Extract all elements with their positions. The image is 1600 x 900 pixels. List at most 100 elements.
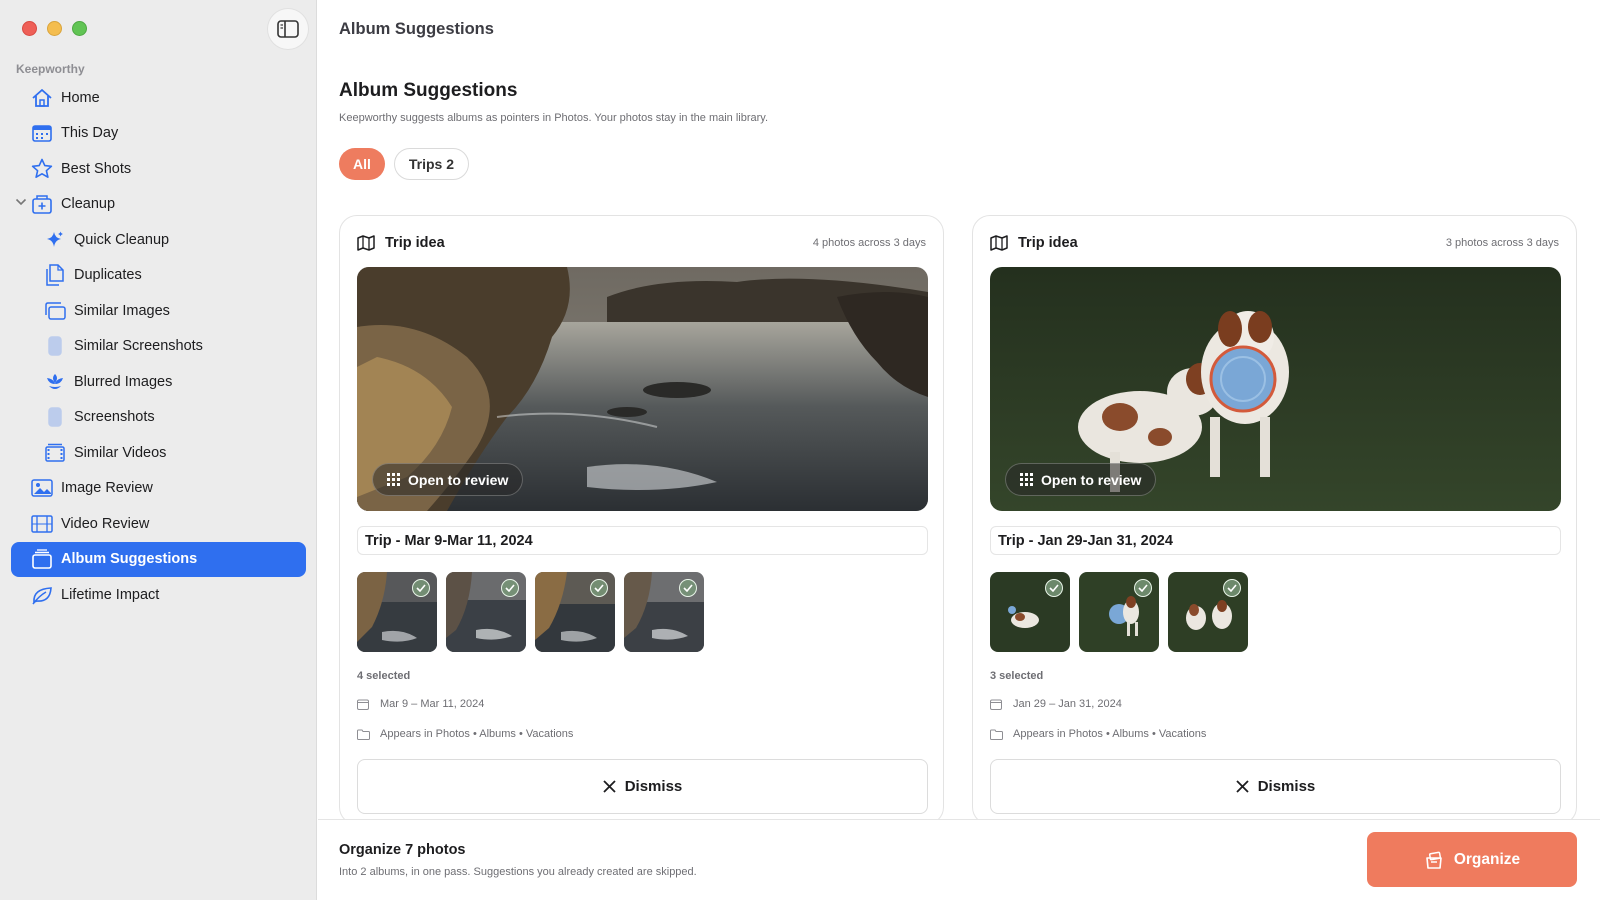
- sparkle-icon: [44, 229, 66, 251]
- filter-chips: All Trips 2: [339, 148, 470, 180]
- filter-chip-all[interactable]: All: [339, 148, 385, 180]
- sidebar-item-album-suggestions[interactable]: Album Suggestions: [11, 541, 306, 577]
- sidebar-item-screenshots[interactable]: Screenshots: [11, 400, 306, 436]
- selected-count: 3 selected: [990, 670, 1044, 682]
- main-content: Album Suggestions Album Suggestions Keep…: [318, 0, 1600, 900]
- organize-icon: [1426, 851, 1442, 869]
- sidebar-item-home[interactable]: Home: [11, 80, 306, 116]
- sidebar-item-label: Image Review: [61, 480, 153, 497]
- suggestion-card: Trip idea 3 photos across 3 days Open to…: [972, 215, 1577, 825]
- photo-thumbnail[interactable]: [1079, 572, 1159, 652]
- sidebar: Keepworthy Home This Day Best Shots Clea…: [0, 0, 317, 900]
- film-stack-icon: [44, 442, 66, 464]
- sidebar-item-this-day[interactable]: This Day: [11, 116, 306, 152]
- suggestion-card: Trip idea 4 photos across 3 days Open to…: [339, 215, 944, 825]
- photo-thumbnail[interactable]: [1168, 572, 1248, 652]
- sidebar-item-duplicates[interactable]: Duplicates: [11, 258, 306, 294]
- sidebar-toggle-button[interactable]: [268, 9, 308, 49]
- folder-icon: [357, 729, 371, 740]
- cover-photo[interactable]: Open to review: [357, 267, 928, 511]
- card-header: Trip idea 4 photos across 3 days: [357, 232, 926, 254]
- selected-check-icon[interactable]: [1045, 579, 1063, 597]
- selected-check-icon[interactable]: [679, 579, 697, 597]
- sidebar-item-quick-cleanup[interactable]: Quick Cleanup: [11, 222, 306, 258]
- sidebar-section-label: Keepworthy: [16, 62, 85, 76]
- selected-check-icon[interactable]: [412, 579, 430, 597]
- sidebar-item-similar-images[interactable]: Similar Images: [11, 293, 306, 329]
- phone-icon: [44, 406, 66, 428]
- star-icon: [31, 158, 53, 180]
- organize-summary-title: Organize 7 photos: [339, 842, 466, 858]
- sidebar-item-best-shots[interactable]: Best Shots: [11, 151, 306, 187]
- sidebar-item-label: Lifetime Impact: [61, 586, 160, 603]
- house-icon: [31, 87, 53, 109]
- organize-button[interactable]: Organize: [1367, 832, 1577, 887]
- location-row: Appears in Photos • Albums • Vacations: [357, 726, 573, 742]
- photo-thumbnail[interactable]: [535, 572, 615, 652]
- sidebar-item-label: Home: [61, 89, 100, 106]
- page-subtitle: Keepworthy suggests albums as pointers i…: [339, 112, 769, 124]
- minimize-window-button[interactable]: [47, 21, 62, 36]
- sidebar-item-label: This Day: [61, 125, 119, 142]
- photo-thumbnail[interactable]: [357, 572, 437, 652]
- duplicate-doc-icon: [44, 264, 66, 286]
- album-name-field[interactable]: Trip - Jan 29-Jan 31, 2024: [990, 526, 1561, 555]
- album-name-field[interactable]: Trip - Mar 9-Mar 11, 2024: [357, 526, 928, 555]
- page-title: Album Suggestions: [339, 80, 518, 101]
- chevron-down-icon[interactable]: [15, 198, 27, 206]
- cover-photo[interactable]: Open to review: [990, 267, 1561, 511]
- sidebar-toggle-icon: [277, 20, 299, 38]
- folder-icon: [990, 729, 1004, 740]
- sidebar-item-cleanup[interactable]: Cleanup: [11, 187, 306, 223]
- open-to-review-button[interactable]: Open to review: [372, 463, 524, 496]
- sidebar-item-label: Duplicates: [74, 267, 142, 284]
- map-icon: [990, 235, 1008, 251]
- dismiss-button[interactable]: Dismiss: [357, 759, 928, 814]
- grid-icon: [387, 473, 400, 486]
- sidebar-nav: Home This Day Best Shots Cleanup Quick C…: [11, 80, 306, 613]
- grid-icon: [1020, 473, 1033, 486]
- dismiss-label: Dismiss: [1257, 778, 1316, 795]
- open-to-review-label: Open to review: [1041, 471, 1142, 488]
- zoom-window-button[interactable]: [72, 21, 87, 36]
- dismiss-button[interactable]: Dismiss: [990, 759, 1561, 814]
- sidebar-item-blurred-images[interactable]: Blurred Images: [11, 364, 306, 400]
- filter-chip-trips[interactable]: Trips 2: [393, 148, 470, 180]
- selected-check-icon[interactable]: [590, 579, 608, 597]
- selected-check-icon[interactable]: [1134, 579, 1152, 597]
- sidebar-item-video-review[interactable]: Video Review: [11, 506, 306, 542]
- date-range-row: Mar 9 – Mar 11, 2024: [357, 696, 484, 712]
- date-range-row: Jan 29 – Jan 31, 2024: [990, 696, 1122, 712]
- cleanup-icon: [31, 193, 53, 215]
- location-text: Appears in Photos • Albums • Vacations: [380, 728, 574, 740]
- thumbnail-strip: [990, 572, 1248, 652]
- photo-thumbnail[interactable]: [446, 572, 526, 652]
- photo-thumbnail[interactable]: [624, 572, 704, 652]
- sidebar-item-similar-videos[interactable]: Similar Videos: [11, 435, 306, 471]
- sidebar-item-label: Quick Cleanup: [74, 231, 170, 248]
- card-meta: 3 photos across 3 days: [1445, 237, 1559, 249]
- stacked-images-icon: [44, 300, 66, 322]
- card-kind-label: Trip idea: [1018, 235, 1078, 251]
- sidebar-item-label: Video Review: [61, 515, 150, 532]
- sidebar-item-image-review[interactable]: Image Review: [11, 471, 306, 507]
- sidebar-item-similar-screenshots[interactable]: Similar Screenshots: [11, 329, 306, 365]
- location-text: Appears in Photos • Albums • Vacations: [1013, 728, 1207, 740]
- location-row: Appears in Photos • Albums • Vacations: [990, 726, 1206, 742]
- selected-count: 4 selected: [357, 670, 411, 682]
- sidebar-item-label: Best Shots: [61, 160, 132, 177]
- date-range-text: Mar 9 – Mar 11, 2024: [380, 698, 485, 710]
- selected-check-icon[interactable]: [1223, 579, 1241, 597]
- leaf-icon: [31, 584, 53, 606]
- card-header: Trip idea 3 photos across 3 days: [990, 232, 1559, 254]
- close-icon: [1236, 780, 1249, 793]
- close-window-button[interactable]: [22, 21, 37, 36]
- organize-summary-subtitle: Into 2 albums, in one pass. Suggestions …: [339, 866, 697, 878]
- close-icon: [603, 780, 616, 793]
- open-to-review-button[interactable]: Open to review: [1005, 463, 1157, 496]
- photo-thumbnail[interactable]: [990, 572, 1070, 652]
- phone-icon: [44, 335, 66, 357]
- sidebar-item-lifetime-impact[interactable]: Lifetime Impact: [11, 577, 306, 613]
- sidebar-item-label: Blurred Images: [74, 373, 173, 390]
- selected-check-icon[interactable]: [501, 579, 519, 597]
